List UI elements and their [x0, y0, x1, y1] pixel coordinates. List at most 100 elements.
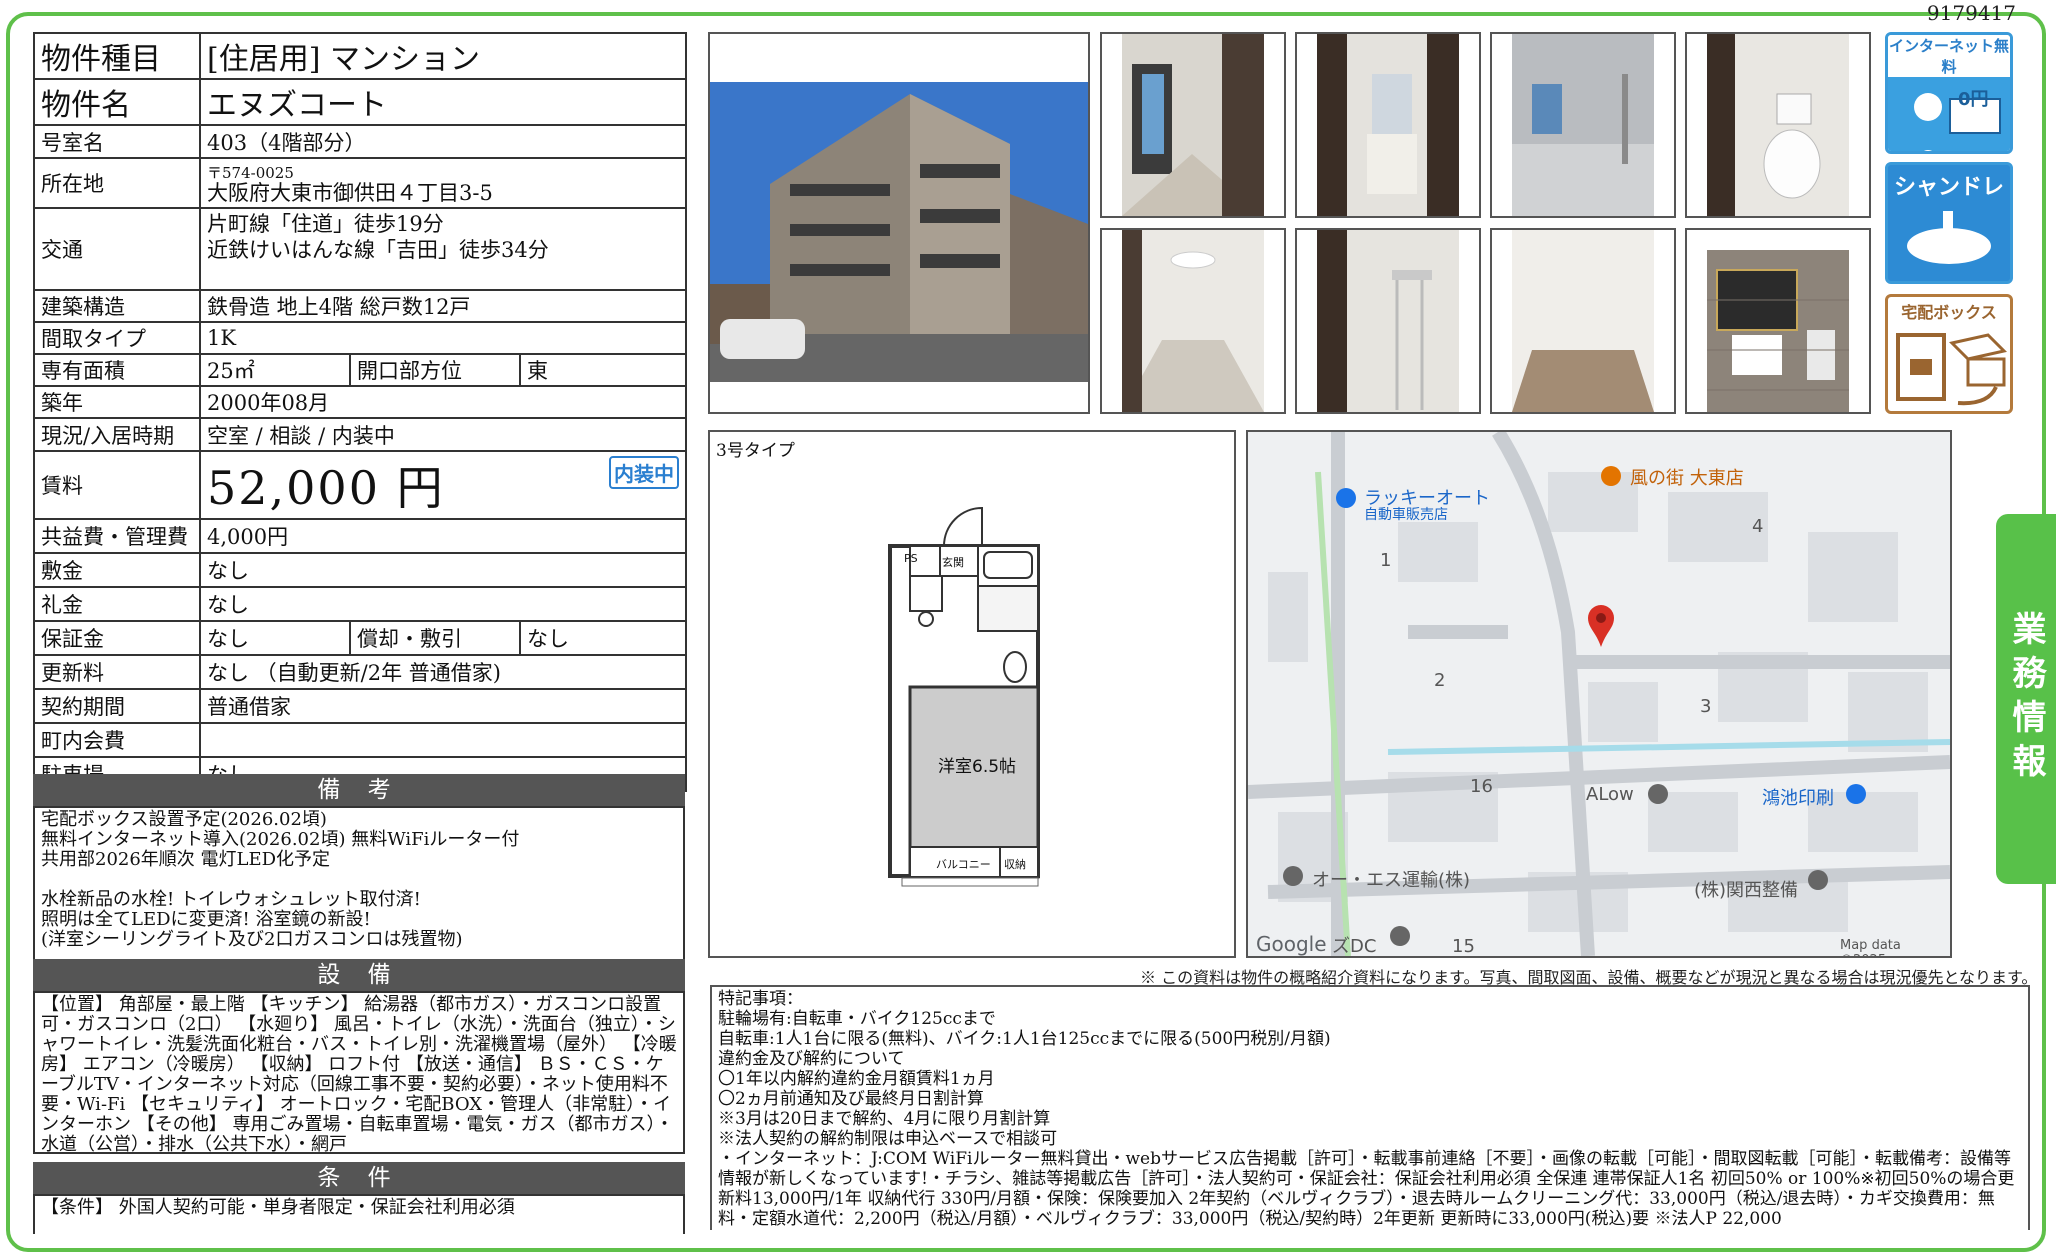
- address-label: 所在地: [33, 157, 201, 209]
- name-label: 物件名: [33, 78, 201, 126]
- amortization-label: 償却・敷引: [349, 620, 521, 656]
- remarks-line: 駐輪場有:自転車・バイク125ccまで: [718, 1009, 996, 1029]
- business-info-tab[interactable]: 業務情報: [1996, 514, 2056, 884]
- fee-value: 4,000円: [198, 518, 688, 554]
- map-place-lucky-auto-sub: 自動車販売店: [1364, 507, 1448, 523]
- map-block-16: 16: [1470, 776, 1493, 797]
- guarantee-label: 保証金: [33, 620, 201, 656]
- remarks-line: 特記事項：: [718, 989, 803, 1009]
- map-block-2: 2: [1434, 670, 1446, 691]
- map-attribution: Map data ©2025: [1840, 938, 1901, 956]
- rent-status-badge: 内装中: [609, 456, 680, 489]
- notes-line: [41, 870, 677, 890]
- building-exterior-photo: [708, 32, 1090, 414]
- access-label: 交通: [33, 207, 201, 291]
- equipment-heading: 設 備: [33, 959, 685, 991]
- status-label: 現況/入居時期: [33, 417, 201, 452]
- property-info-table: 物件種目 [住居用] マンション 物件名 エヌズコート 号室名 403（4階部分…: [33, 32, 688, 792]
- notes-body: 宅配ボックス設置予定(2026.02頃) 無料インターネット導入(2026.02頃…: [33, 806, 685, 964]
- free-internet-badge: インターネット無料 0円: [1885, 32, 2013, 154]
- access-line-2: 近鉄けいはんな線「吉田」徒歩34分: [207, 238, 549, 262]
- remarks-line: 〇1年以内解約違約金月額賃料1ヵ月: [718, 1069, 995, 1089]
- direction-label: 開口部方位: [349, 353, 521, 387]
- map-place-kazenomachi[interactable]: 風の街 大東店: [1630, 464, 1744, 490]
- map-block-3: 3: [1700, 696, 1712, 717]
- conditions-body: 【条件】 外国人契約可能・単身者限定・保証会社利用必須: [33, 1194, 685, 1234]
- rent-label: 賃料: [33, 450, 201, 520]
- layout-value: 1K: [198, 321, 688, 355]
- parcel-box-icon: [1896, 333, 2007, 406]
- interior-photo-room-light: [1100, 228, 1286, 414]
- amortization-value: なし: [518, 620, 688, 656]
- renewal-value: なし （自動更新/2年 普通借家): [198, 654, 688, 690]
- built-value: 2000年08月: [198, 385, 688, 419]
- storage-label: 収納: [1004, 858, 1026, 871]
- key-money-label: 礼金: [33, 586, 201, 622]
- area-label: 専有面積: [33, 353, 201, 387]
- free-internet-price: 0円: [1958, 89, 1989, 110]
- notes-line: 照明は全てLEDに変更済! 浴室鏡の新設!: [41, 909, 371, 930]
- notes-line: (洋室シーリングライト及び2口ガスコンロは残置物): [41, 929, 463, 950]
- notes-line: 共用部2026年順次 電灯LED化予定: [41, 849, 331, 870]
- direction-value: 東: [518, 353, 688, 387]
- conditions-heading: 条 件: [33, 1162, 685, 1194]
- floor-plan-panel: 3号タイプ PS 玄関 洋室6.5帖 バルコニー 収納: [708, 430, 1236, 958]
- deposit-label: 敷金: [33, 552, 201, 588]
- type-value: [住居用] マンション: [198, 32, 688, 80]
- structure-label: 建築構造: [33, 289, 201, 323]
- town-fee-value: [198, 722, 688, 758]
- remarks-line: 違約金及び解約について: [718, 1049, 905, 1069]
- guarantee-value: なし: [199, 620, 351, 656]
- map-place-konoike[interactable]: 鴻池印刷: [1762, 784, 1834, 810]
- remarks-line: 自転車:1人1台に限る(無料)、バイク:1人1台125ccまでに限る(500円税…: [718, 1029, 1331, 1049]
- deposit-value: なし: [198, 552, 688, 588]
- rent-value: 52,000 円: [207, 461, 445, 515]
- map-block-15: 15: [1452, 936, 1475, 957]
- type-label: 物件種目: [33, 32, 201, 80]
- area-value: 25㎡: [199, 353, 351, 387]
- layout-label: 間取タイプ: [33, 321, 201, 355]
- contract-label: 契約期間: [33, 688, 201, 724]
- postal-code: 〒574-0025: [207, 164, 294, 182]
- room-value: 403（4階部分）: [198, 124, 688, 159]
- notes-line: 無料インターネット導入(2026.02頃) 無料WiFiルーター付: [41, 829, 520, 850]
- notes-heading: 備 考: [33, 774, 685, 806]
- renewal-label: 更新料: [33, 654, 201, 690]
- document-id: 9179417: [1926, 1, 2016, 25]
- name-value: エヌズコート: [198, 78, 688, 126]
- fee-label: 共益費・管理費: [33, 518, 201, 554]
- map-place-kansai-seibi[interactable]: (株)関西整備: [1694, 876, 1798, 902]
- remarks-line: ※3月は20日まで解約、4月に限り月割計算: [718, 1109, 1051, 1129]
- interior-photo-hallway: [1100, 32, 1286, 218]
- room-label: 号室名: [33, 124, 201, 159]
- interior-photo-washroom: [1295, 32, 1481, 218]
- ps-label: PS: [904, 552, 918, 565]
- interior-photo-toilet: [1685, 32, 1871, 218]
- delivery-box-label: 宅配ボックス: [1901, 303, 1997, 322]
- interior-photo-bathroom: [1490, 32, 1676, 218]
- contract-value: 普通借家: [198, 688, 688, 724]
- balcony-label: バルコニー: [936, 858, 991, 871]
- interior-photo-loft: [1295, 228, 1481, 414]
- laptop-user-icon: [1888, 77, 2010, 151]
- address-value: 大阪府大東市御供田４丁目3-5: [207, 181, 493, 205]
- map-block-4: 4: [1752, 516, 1764, 537]
- map-block-1: 1: [1380, 550, 1392, 571]
- interior-photo-empty-room: [1490, 228, 1676, 414]
- washbasin-icon: [1907, 211, 1991, 264]
- town-fee-label: 町内会費: [33, 722, 201, 758]
- delivery-box-badge: 宅配ボックス: [1885, 294, 2013, 414]
- remarks-line: 〇2ヵ月前通知及び最終月日割計算: [718, 1089, 984, 1109]
- equipment-body: 【位置】 角部屋・最上階 【キッチン】 給湯器（都市ガス）・ガスコンロ設置可・ガ…: [33, 991, 685, 1155]
- map-place-os-unyu[interactable]: オー・エス運輸(株): [1312, 866, 1470, 892]
- location-map[interactable]: ラッキーオート 自動車販売店 風の街 大東店 ALow 鴻池印刷 オー・エス運輸…: [1246, 430, 1952, 958]
- structure-value: 鉄骨造 地上4階 総戸数12戸: [198, 289, 688, 323]
- map-place-alow[interactable]: ALow: [1586, 784, 1634, 805]
- bidet-label: シャンドレ: [1893, 175, 2004, 200]
- notes-line: 宅配ボックス設置予定(2026.02頃): [41, 809, 327, 830]
- free-internet-label: インターネット無料: [1888, 35, 2010, 77]
- remarks-line: ・インターネット：J:COM WiFiルーター無料貸出・webサービス広告掲載［…: [718, 1149, 2015, 1229]
- status-value: 空室 / 相談 / 内装中: [198, 417, 688, 452]
- remarks-line: ※法人契約の解約制限は申込ベースで相談可: [718, 1129, 1058, 1149]
- entrance-label: 玄関: [942, 556, 964, 569]
